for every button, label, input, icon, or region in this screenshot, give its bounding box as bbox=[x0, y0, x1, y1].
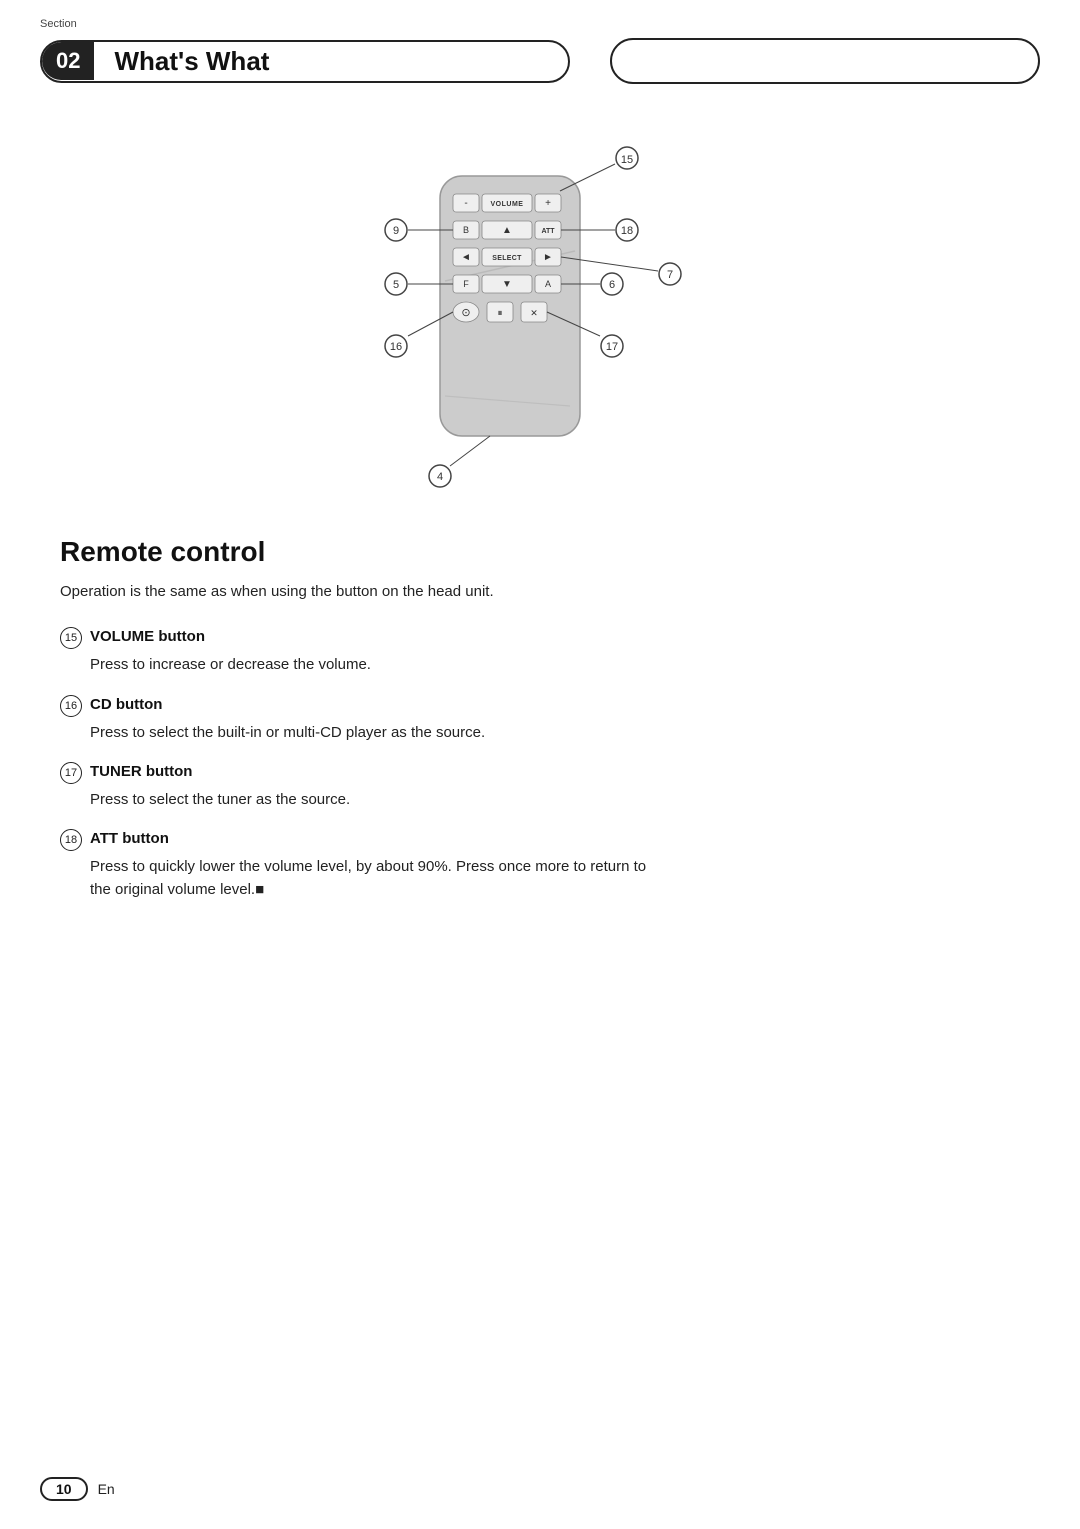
item-18-label: ATT button bbox=[90, 830, 169, 847]
svg-text:⏸: ⏸ bbox=[498, 308, 503, 319]
section-badge: 02 What's What bbox=[40, 40, 570, 83]
remote-svg: - VOLUME + B ▲ ATT ◄ SELECT bbox=[260, 126, 820, 506]
svg-text:SELECT: SELECT bbox=[492, 255, 522, 262]
item-16-label: CD button bbox=[90, 696, 162, 713]
svg-text:17: 17 bbox=[606, 341, 618, 353]
svg-text:ATT: ATT bbox=[541, 228, 555, 235]
svg-text:F: F bbox=[463, 279, 469, 289]
svg-text:18: 18 bbox=[621, 225, 633, 237]
item-17: 17 TUNER button Press to select the tune… bbox=[60, 762, 1020, 811]
remote-control-title: Remote control bbox=[60, 536, 1020, 568]
svg-text:✕: ✕ bbox=[530, 308, 538, 318]
page-title: What's What bbox=[94, 42, 289, 81]
item-15-number: 15 bbox=[60, 627, 82, 649]
footer: 10 En bbox=[40, 1477, 115, 1501]
item-18-number: 18 bbox=[60, 829, 82, 851]
page-number: 10 bbox=[40, 1477, 88, 1501]
svg-text:4: 4 bbox=[437, 471, 443, 483]
svg-text:▲: ▲ bbox=[502, 225, 512, 236]
svg-text:+: + bbox=[545, 198, 551, 209]
intro-text: Operation is the same as when using the … bbox=[60, 580, 620, 603]
svg-text:7: 7 bbox=[667, 269, 673, 281]
svg-text:5: 5 bbox=[393, 279, 399, 291]
item-17-number: 17 bbox=[60, 762, 82, 784]
item-18: 18 ATT button Press to quickly lower the… bbox=[60, 829, 1020, 902]
svg-text:9: 9 bbox=[393, 225, 399, 237]
item-15-desc: Press to increase or decrease the volume… bbox=[90, 653, 650, 676]
item-17-desc: Press to select the tuner as the source. bbox=[90, 788, 650, 811]
remote-diagram: - VOLUME + B ▲ ATT ◄ SELECT bbox=[60, 126, 1020, 506]
svg-text:►: ► bbox=[543, 252, 553, 263]
header-right-box bbox=[610, 38, 1040, 84]
svg-text:16: 16 bbox=[390, 341, 402, 353]
svg-text:-: - bbox=[464, 198, 467, 209]
footer-language: En bbox=[98, 1481, 115, 1497]
svg-text:6: 6 bbox=[609, 279, 615, 291]
section-number: 02 bbox=[42, 42, 94, 80]
item-16: 16 CD button Press to select the built-i… bbox=[60, 695, 1020, 744]
svg-text:B: B bbox=[463, 225, 469, 235]
item-18-desc: Press to quickly lower the volume level,… bbox=[90, 855, 650, 902]
svg-text:A: A bbox=[545, 279, 551, 289]
item-15-label: VOLUME button bbox=[90, 628, 205, 645]
svg-text:▼: ▼ bbox=[502, 279, 512, 290]
svg-text:VOLUME: VOLUME bbox=[491, 201, 524, 208]
svg-text:⊙: ⊙ bbox=[461, 307, 470, 319]
svg-text:15: 15 bbox=[621, 154, 633, 166]
section-label: Section bbox=[40, 18, 77, 30]
svg-text:◄: ◄ bbox=[461, 252, 471, 263]
item-16-number: 16 bbox=[60, 695, 82, 717]
item-17-label: TUNER button bbox=[90, 763, 192, 780]
item-16-desc: Press to select the built-in or multi-CD… bbox=[90, 721, 650, 744]
item-15: 15 VOLUME button Press to increase or de… bbox=[60, 627, 1020, 676]
